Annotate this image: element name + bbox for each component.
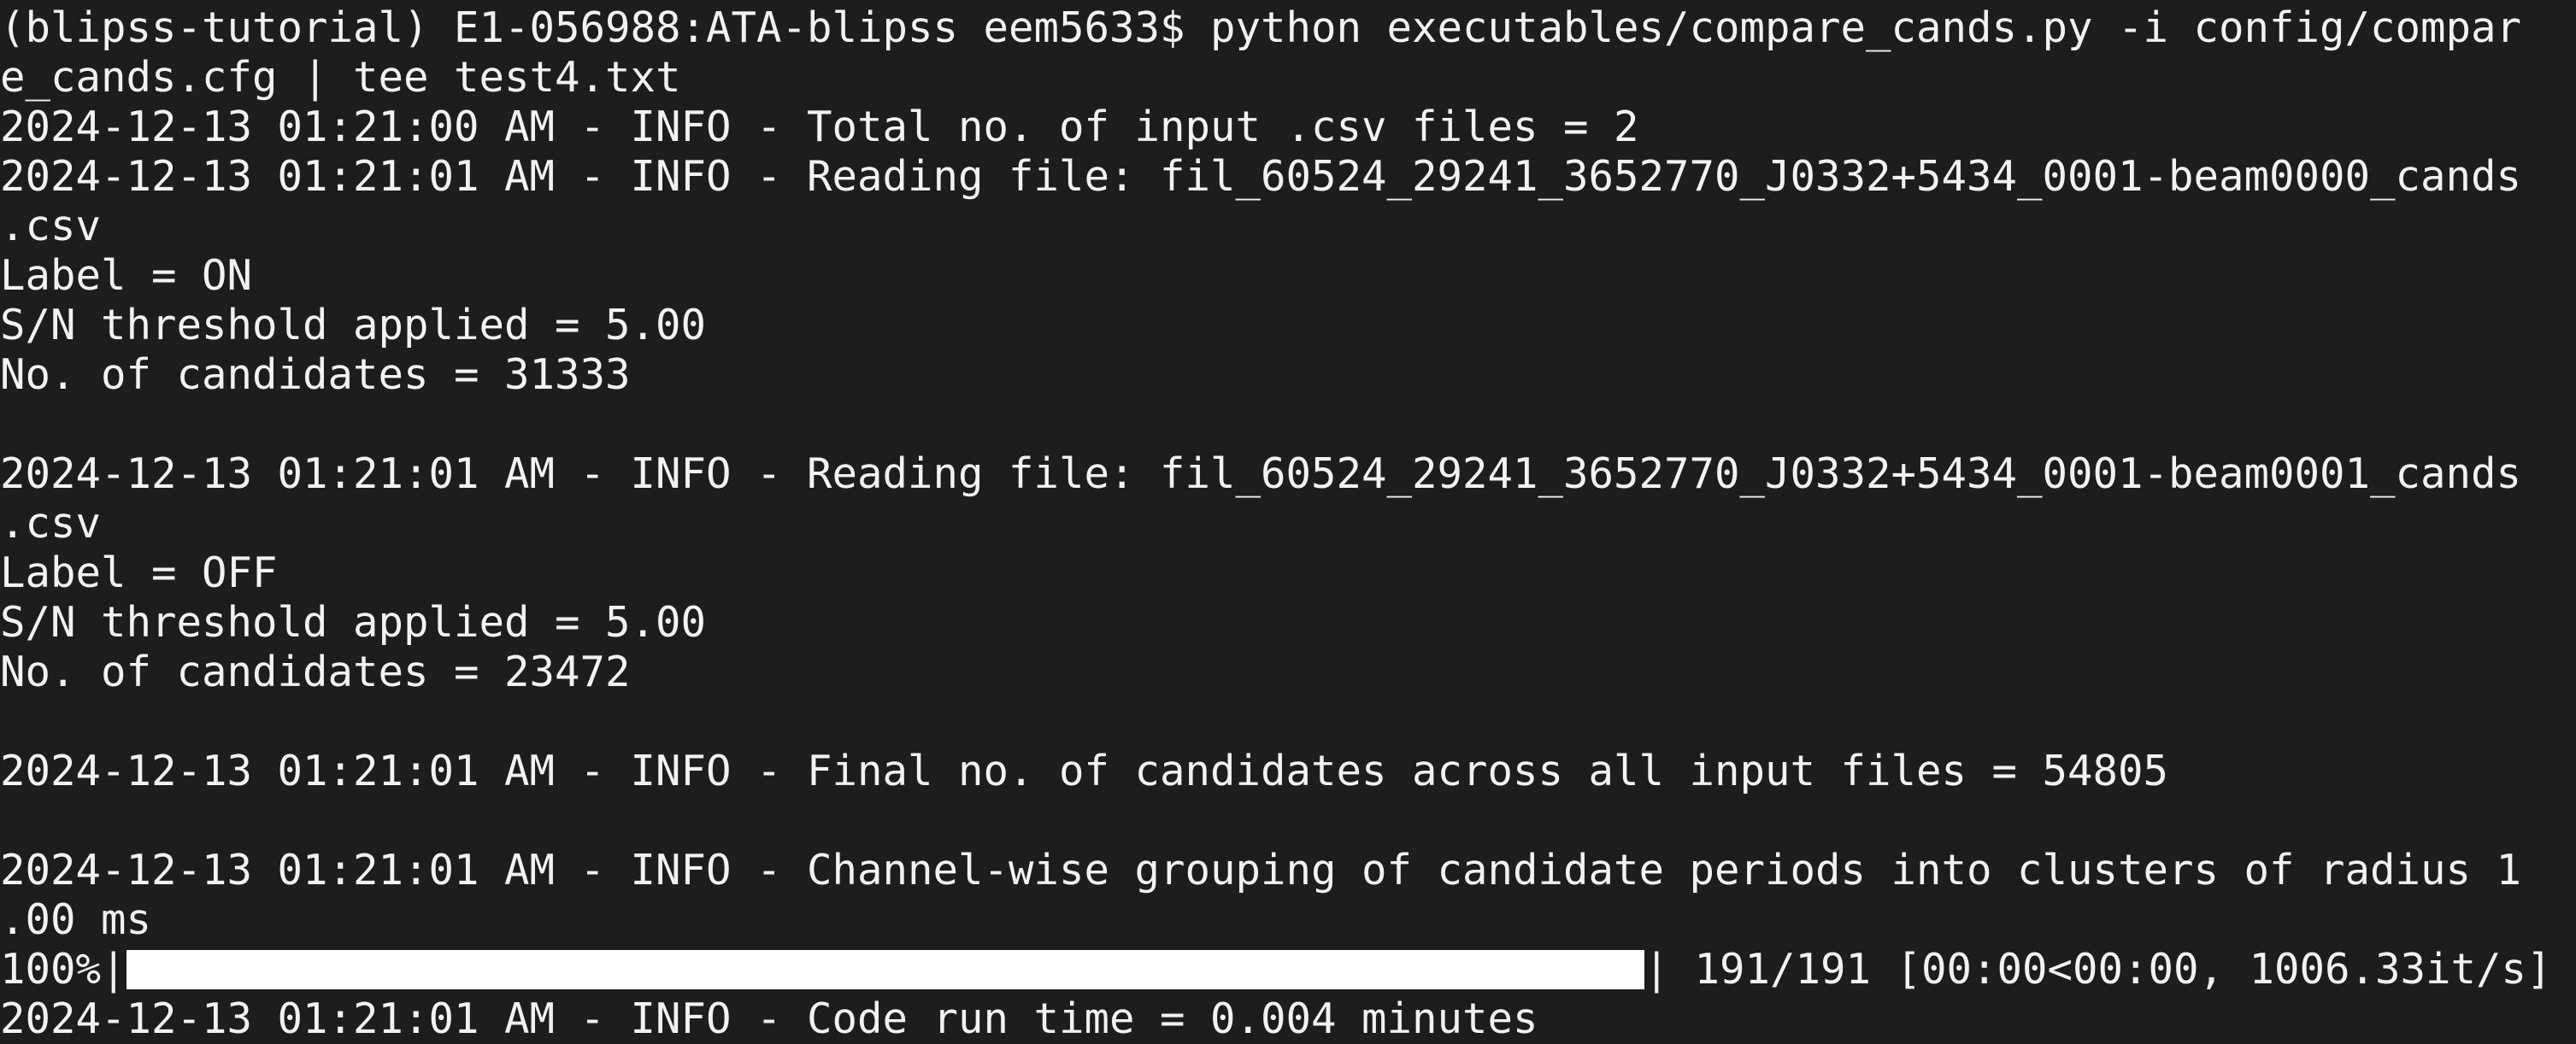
output-line: S/N threshold applied = 5.00 xyxy=(0,598,707,647)
progress-bar-line: 100%| | 191/191 [00:00<00:00, 1006.33it/s… xyxy=(0,945,2576,994)
output-line: No. of candidates = 31333 xyxy=(0,350,631,399)
command-line-continued: e_cands.cfg | tee test4.txt xyxy=(0,53,681,102)
terminal-window[interactable]: (blipss-tutorial) E1-056988:ATA-blipss e… xyxy=(0,0,2576,1043)
log-line: 2024-12-13 01:21:01 AM - INFO - Reading … xyxy=(0,449,2522,498)
output-line: Label = OFF xyxy=(0,548,278,597)
log-line: .csv xyxy=(0,202,102,250)
progress-bar-fill xyxy=(126,950,1644,989)
command-line: (blipss-tutorial) E1-056988:ATA-blipss e… xyxy=(0,3,2522,52)
progress-percent: 100%| xyxy=(0,945,126,994)
log-line: 2024-12-13 01:21:01 AM - INFO - Final no… xyxy=(0,747,2169,795)
output-line: Label = ON xyxy=(0,251,253,300)
log-line: 2024-12-13 01:21:01 AM - INFO - Channel-… xyxy=(0,846,2522,894)
output-line: S/N threshold applied = 5.00 xyxy=(0,301,707,349)
log-line: 2024-12-13 01:21:01 AM - INFO - Code run… xyxy=(0,994,1538,1043)
progress-stats: | 191/191 [00:00<00:00, 1006.33it/s] xyxy=(1644,945,2552,994)
log-line: .csv xyxy=(0,499,102,548)
progress-bar xyxy=(126,948,1644,991)
log-line: 2024-12-13 01:21:01 AM - INFO - Reading … xyxy=(0,152,2522,201)
log-line: .00 ms xyxy=(0,895,152,944)
log-line: 2024-12-13 01:21:00 AM - INFO - Total no… xyxy=(0,103,1639,151)
output-line: No. of candidates = 23472 xyxy=(0,648,631,696)
